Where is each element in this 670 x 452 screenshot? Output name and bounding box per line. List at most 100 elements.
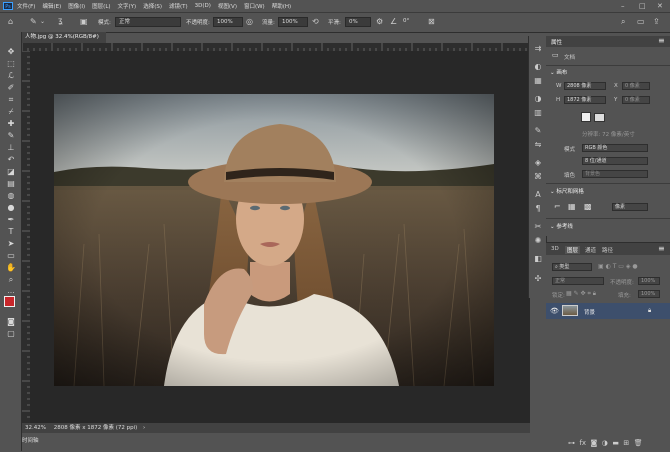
tab-paths[interactable]: 路径 [602,246,613,254]
fx-icon[interactable]: fx [579,439,586,447]
flow-field[interactable]: 100% [278,17,308,27]
gear-icon[interactable]: ⚙ [376,17,383,27]
fill-select[interactable]: 背景色 [582,170,648,178]
pressure-opacity-icon[interactable]: ◎ [246,17,253,27]
menu-view[interactable]: 视图(V) [218,2,237,10]
menu-type[interactable]: 文字(Y) [118,2,137,10]
layer-fill-field[interactable]: 100% [638,290,660,298]
libraries-icon[interactable]: ✺ [533,236,543,246]
lasso-tool-icon[interactable]: ℒ [4,70,18,81]
adjustment-layer-icon[interactable]: ◑ [602,439,608,447]
quick-select-tool-icon[interactable]: ✐ [4,82,18,93]
healing-brush-tool-icon[interactable]: ✚ [4,118,18,129]
layer-kind-filter[interactable]: ⌕ 类型 [552,263,592,271]
home-icon[interactable]: ⌂ [8,17,13,27]
new-group-icon[interactable]: ▬ [612,439,619,447]
move-tool-icon[interactable]: ✥ [4,46,18,57]
close-icon[interactable]: ✕ [657,2,663,10]
menu-3d[interactable]: 3D(D) [195,3,211,9]
menu-file[interactable]: 文件(F) [17,2,35,10]
symmetry-icon[interactable]: ⊠ [428,17,435,27]
menu-filter[interactable]: 滤镜(T) [169,2,188,10]
hand-tool-icon[interactable]: ✋ [4,262,18,273]
brush-settings-icon[interactable]: ▣ [80,17,88,27]
type-tool-icon[interactable]: T [4,226,18,237]
crop-tool-icon[interactable]: ⌗ [4,94,18,105]
dodge-tool-icon[interactable]: ● [4,202,18,213]
ruler-icon[interactable]: ⌐ [554,202,561,211]
angle-field[interactable]: 0° [400,17,420,27]
grid-icon[interactable]: ▦ [568,202,576,211]
marquee-tool-icon[interactable]: ⬚ [4,58,18,69]
learn-icon[interactable]: ▥ [533,108,543,118]
tools-icon[interactable]: ✂ [533,222,543,232]
mode-select[interactable]: 正常 [115,17,181,27]
brush-size-icon[interactable]: ʓ [58,16,63,26]
layer-row-background[interactable]: 👁︎ 背景 🔒︎ [546,303,670,319]
eye-icon[interactable]: 👁︎ [550,307,559,315]
portrait-orientation-icon[interactable] [581,112,591,122]
bit-depth-select[interactable]: 8 位/通道 [582,157,648,165]
filter-icons[interactable]: ▣ ◐ T ▭ ◈ ● [598,263,638,270]
timeline-tab[interactable]: 时间轴 [22,436,46,446]
opacity-field[interactable]: 100% [213,17,243,27]
swatches-icon[interactable]: ▦ [533,76,543,86]
width-field[interactable]: 2808 像素 [564,82,606,90]
menu-edit[interactable]: 编辑(E) [42,2,61,10]
workspace-icon[interactable]: ▭ [637,17,645,27]
x-field[interactable]: 0 像素 [622,82,650,90]
maximize-icon[interactable]: □ [639,2,646,10]
share-icon[interactable]: ⇪ [653,17,660,27]
link-layers-icon[interactable]: ⊶ [568,439,575,447]
stamp-tool-icon[interactable]: ⊥ [4,142,18,153]
gradient-tool-icon[interactable]: ▤ [4,178,18,189]
adjustments-icon[interactable]: ◑ [533,94,543,104]
paths-icon[interactable]: ⌘ [533,172,543,182]
rulers-grid-section-header[interactable]: ⌄ 标尺和网格 [550,187,584,195]
properties-tab[interactable]: 属性 [551,38,562,46]
minimize-icon[interactable]: – [621,2,625,10]
path-select-tool-icon[interactable]: ➤ [4,238,18,249]
screen-mode-icon[interactable]: ▢ [4,328,18,339]
zoom-tool-icon[interactable]: ⌕ [4,274,18,285]
tab-3d[interactable]: 3D [551,246,559,252]
timeline-icon[interactable]: ✣ [533,274,543,284]
new-layer-icon[interactable]: ⊞ [623,439,629,447]
layer-opacity-field[interactable]: 100% [638,277,660,285]
brush-tool-icon[interactable]: ✎ [4,130,18,141]
tab-layers[interactable]: 图层 [565,246,581,254]
eyedropper-tool-icon[interactable]: ⌿ [4,106,18,117]
lock-icons[interactable]: ▦ ✎ ✥ ⌗ 🔒︎ [566,290,596,298]
chevron-down-icon[interactable]: ⌄ [40,17,45,27]
menu-help[interactable]: 帮助(H) [272,2,291,10]
guides-icon[interactable]: ▩ [584,202,592,211]
menu-layer[interactable]: 图层(L) [92,2,110,10]
layer-name[interactable]: 背景 [584,308,595,316]
smooth-field[interactable]: 0% [345,17,371,27]
brushes-icon[interactable]: ✎ [533,126,543,136]
search-icon[interactable]: ⌕ [621,17,625,27]
blur-tool-icon[interactable]: ◍ [4,190,18,201]
pen-tool-icon[interactable]: ✒ [4,214,18,225]
add-mask-icon[interactable]: ◙ [591,439,598,447]
image-canvas[interactable] [54,94,494,386]
menu-window[interactable]: 窗口(W) [244,2,265,10]
color-mode-select[interactable]: RGB 颜色 [582,144,648,152]
3d-icon[interactable]: ◧ [533,254,543,264]
quick-mask-icon[interactable]: ◙ [4,316,18,327]
color-icon[interactable]: ◐ [533,62,543,72]
height-field[interactable]: 1872 像素 [564,96,606,104]
foreground-color-swatch[interactable] [4,296,15,307]
paragraph-icon[interactable]: ¶ [533,204,543,214]
airbrush-icon[interactable]: ⟲ [312,17,319,27]
channels-icon[interactable]: ◈ [533,158,543,168]
menu-select[interactable]: 选择(S) [143,2,162,10]
eraser-tool-icon[interactable]: ◪ [4,166,18,177]
character-icon[interactable]: A [533,190,543,200]
guides-section-header[interactable]: ⌄ 参考线 [550,222,573,230]
y-field[interactable]: 0 像素 [622,96,650,104]
history-icon[interactable]: ⇉ [533,44,543,54]
menu-image[interactable]: 图像(I) [68,2,85,10]
canvas-section-header[interactable]: ⌄ 画布 [550,68,567,76]
properties-icon[interactable]: ⇋ [533,140,543,150]
